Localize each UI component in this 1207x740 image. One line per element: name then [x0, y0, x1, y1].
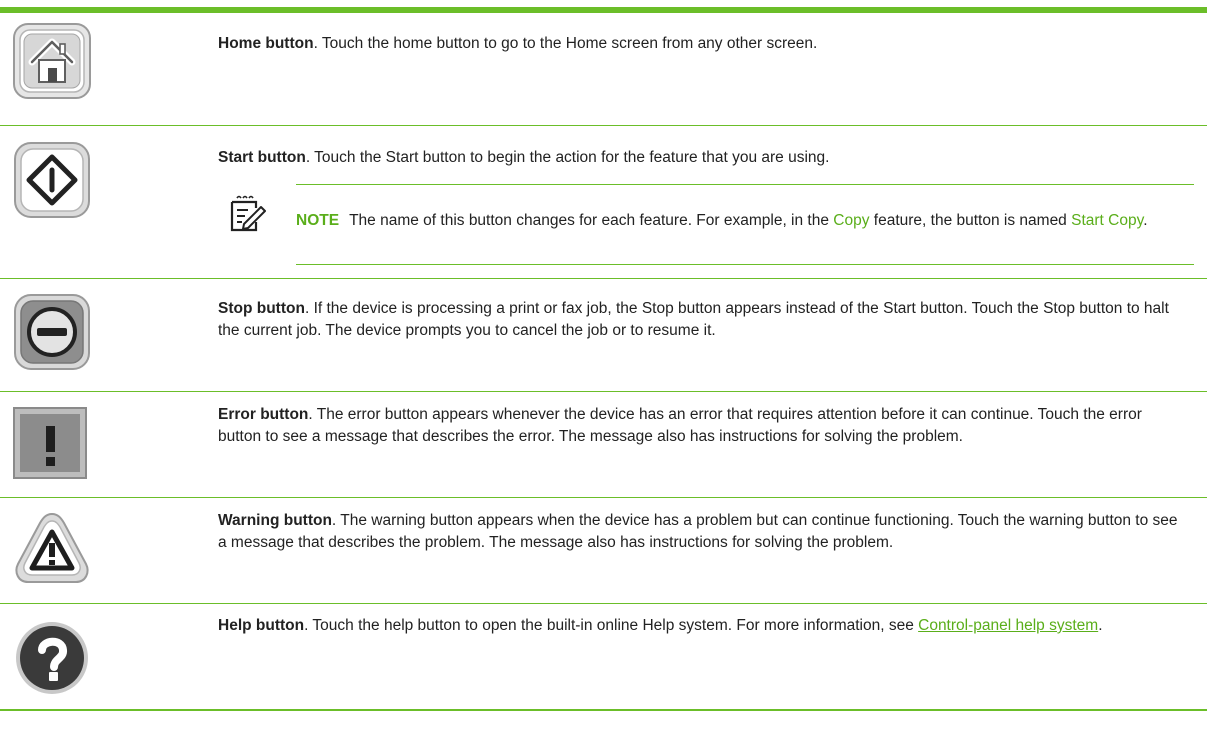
start-button-cell [12, 140, 132, 220]
home-button-cell [12, 22, 132, 100]
start-icon [14, 142, 90, 218]
divider [0, 391, 1207, 392]
error-button-title: Error button [218, 406, 309, 423]
note-box: NOTE The name of this button changes for … [218, 184, 1194, 268]
warning-button-title: Warning button [218, 512, 332, 529]
copy-term: Copy [833, 212, 870, 229]
divider [0, 125, 1207, 126]
note-pencil-icon [230, 195, 266, 232]
help-button-text: . Touch the help button to open the buil… [304, 617, 919, 634]
error-button-cell [12, 406, 132, 480]
home-button-title: Home button [218, 35, 314, 52]
note-label: NOTE [296, 212, 340, 229]
help-button-text-end: . [1098, 617, 1103, 634]
error-button-text: . The error button appears whenever the … [218, 406, 1142, 445]
warning-button-text: . The warning button appears when the de… [218, 512, 1178, 551]
warning-icon [15, 512, 89, 583]
note-text-part: The name of this button changes for each… [349, 212, 834, 229]
home-icon [13, 23, 91, 99]
start-copy-term: Start Copy [1071, 212, 1144, 229]
home-button-text: . Touch the home button to go to the Hom… [313, 35, 818, 52]
start-button-description: Start button. Touch the Start button to … [218, 147, 1188, 169]
help-button-title: Help button [218, 617, 305, 634]
stop-icon [14, 294, 90, 370]
page: Home button. Touch the home button to go… [0, 0, 1207, 740]
note-bottom-rule [296, 264, 1194, 265]
error-button-description: Error button. The error button appears w… [218, 404, 1188, 448]
top-rule [0, 7, 1207, 13]
bottom-rule [0, 709, 1207, 711]
warning-button-description: Warning button. The warning button appea… [218, 510, 1188, 554]
home-button-description: Home button. Touch the home button to go… [218, 33, 1188, 55]
divider [0, 497, 1207, 498]
control-panel-help-link[interactable]: Control-panel help system [918, 617, 1098, 634]
note-text-part: feature, the button is named [869, 212, 1072, 229]
stop-button-text: . If the device is processing a print or… [218, 300, 1169, 339]
divider [0, 278, 1207, 279]
help-icon [16, 622, 88, 694]
help-button-cell [12, 618, 132, 698]
stop-button-description: Stop button. If the device is processing… [218, 298, 1188, 342]
note-top-rule [296, 184, 1194, 185]
warning-button-cell [12, 510, 132, 590]
start-button-title: Start button [218, 149, 306, 166]
note-text: NOTE The name of this button changes for … [296, 210, 1191, 232]
note-text-part: . [1143, 212, 1148, 229]
error-icon [13, 407, 87, 479]
divider [0, 603, 1207, 604]
stop-button-cell [12, 292, 132, 372]
stop-button-title: Stop button [218, 300, 305, 317]
help-button-description: Help button. Touch the help button to op… [218, 615, 1188, 637]
start-button-text: . Touch the Start button to begin the ac… [305, 149, 830, 166]
